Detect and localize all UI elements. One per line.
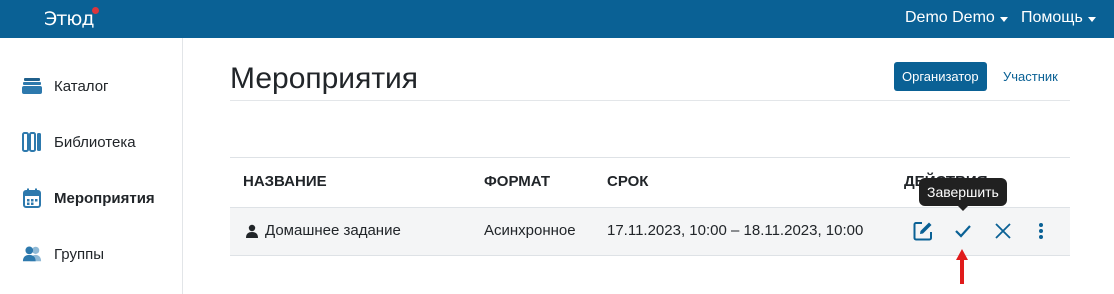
event-period-cell: 17.11.2023, 10:00 – 18.11.2023, 10:00: [607, 222, 864, 239]
chevron-down-icon: [999, 16, 1008, 22]
app-logo[interactable]: Этюд: [44, 5, 104, 33]
annotation-arrow-icon: [956, 249, 968, 284]
users-icon: [22, 244, 42, 264]
help-menu[interactable]: Помощь: [1021, 9, 1096, 27]
sidebar-item-library[interactable]: Библиотека: [22, 127, 136, 157]
column-header-format[interactable]: ФОРМАТ: [484, 173, 550, 190]
chevron-down-icon: [1087, 16, 1096, 22]
help-menu-label: Помощь: [1021, 9, 1083, 26]
more-options-button[interactable]: [1030, 220, 1052, 242]
check-icon: [955, 225, 971, 238]
edit-button[interactable]: [912, 220, 934, 242]
column-header-period[interactable]: СРОК: [607, 173, 648, 190]
event-name-cell[interactable]: Домашнее задание: [245, 222, 401, 239]
user-menu[interactable]: Demo Demo: [905, 9, 1008, 27]
sidebar-item-label: Каталог: [54, 77, 109, 95]
edit-icon: [913, 222, 932, 241]
user-menu-label: Demo Demo: [905, 9, 995, 26]
logo-text: Этюд: [44, 8, 94, 30]
event-name: Домашнее задание: [265, 222, 401, 239]
sidebar-item-label: Библиотека: [54, 133, 136, 151]
library-icon: [22, 132, 42, 152]
sidebar-item-events[interactable]: Мероприятия: [22, 183, 155, 213]
close-icon: [995, 223, 1011, 239]
logo-dot: [92, 7, 99, 14]
person-icon: [245, 224, 259, 238]
calendar-icon: [22, 188, 42, 208]
complete-tooltip: Завершить: [919, 178, 1007, 206]
event-format-cell: Асинхронное: [484, 222, 576, 239]
sidebar-item-label: Группы: [54, 245, 104, 263]
title-divider: [230, 100, 1070, 101]
participant-toggle-button[interactable]: Участник: [995, 62, 1066, 91]
sidebar-item-groups[interactable]: Группы: [22, 239, 104, 269]
organizer-toggle-button[interactable]: Организатор: [894, 62, 987, 91]
more-vertical-icon: [1039, 223, 1043, 239]
catalog-icon: [22, 76, 42, 96]
top-navbar: Этюд Demo Demo Помощь: [0, 0, 1114, 38]
sidebar-item-label: Мероприятия: [54, 189, 155, 207]
sidebar-item-catalog[interactable]: Каталог: [22, 71, 109, 101]
page-title: Мероприятия: [230, 62, 419, 95]
complete-button[interactable]: [952, 220, 974, 242]
column-header-name[interactable]: НАЗВАНИЕ: [243, 173, 327, 190]
tooltip-arrow: [957, 205, 969, 211]
sidebar: Каталог Библиотека Мероприятия Группы: [0, 38, 183, 294]
cancel-button[interactable]: [992, 220, 1014, 242]
table-header-divider: [230, 157, 1070, 158]
